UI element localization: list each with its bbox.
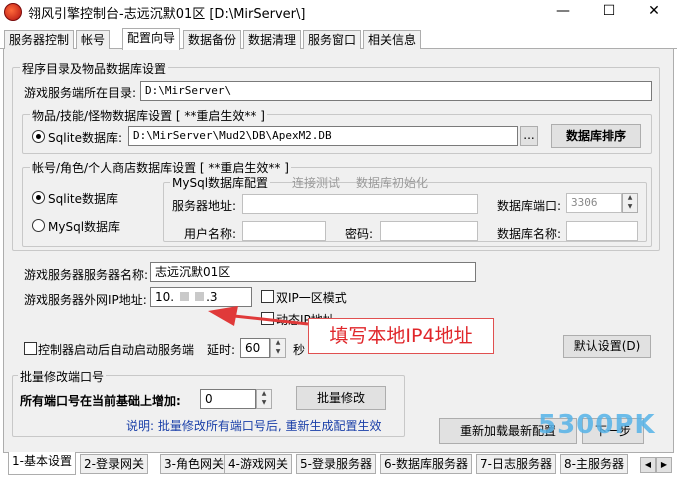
tab-service-window[interactable]: 服务窗口 [303, 30, 362, 49]
port-add-input[interactable]: 0 [200, 389, 256, 409]
tab-related-info[interactable]: 相关信息 [363, 30, 422, 49]
ports-note: 说明: 批量修改所有端口号后, 重新生成配置生效 [126, 419, 382, 433]
accountdb-sqlite-label: Sqlite数据库 [48, 192, 118, 206]
db-port-input[interactable]: 3306 [566, 193, 622, 213]
batch-modify-button[interactable]: 批量修改 [296, 386, 386, 410]
tab-account[interactable]: 帐号 [76, 30, 111, 49]
tab-scroll-left-button[interactable]: ◀ [640, 457, 656, 473]
db-name-label: 数据库名称: [497, 227, 562, 241]
tab-login-gateway[interactable]: 2-登录网关 [80, 454, 148, 474]
sqlite-path-input[interactable]: D:\MirServer\Mud2\DB\ApexM2.DB [128, 126, 518, 146]
delay-input[interactable]: 60 [240, 338, 270, 358]
annotation-callout: 填写本地IP4地址 [308, 318, 494, 354]
password-label: 密码: [345, 227, 374, 241]
watermark-logo: 5300PK [538, 410, 656, 440]
connection-test-link[interactable]: 连接测试 [292, 174, 340, 191]
tab-main-server[interactable]: 8-主服务器 [560, 454, 628, 474]
password-input[interactable] [380, 221, 478, 241]
annotation-arrow-icon [208, 306, 309, 326]
tab-scroll-right-button[interactable]: ▶ [656, 457, 672, 473]
server-name-label: 游戏服务器服务器名称: [24, 268, 149, 282]
db-port-label: 数据库端口: [497, 199, 562, 213]
app-icon [4, 3, 22, 21]
server-addr-label: 服务器地址: [172, 199, 237, 213]
tab-log-server[interactable]: 7-日志服务器 [476, 454, 556, 474]
db-sort-button[interactable]: 数据库排序 [551, 124, 641, 148]
ip-prefix: 10. [155, 290, 175, 304]
tab-data-cleanup[interactable]: 数据清理 [243, 30, 302, 49]
tab-game-gateway[interactable]: 4-游戏网关 [224, 454, 292, 474]
port-add-stepper[interactable]: ▲ ▼ [256, 389, 272, 409]
accountdb-mysql-label: MySql数据库 [48, 220, 121, 234]
browse-button[interactable]: ... [520, 126, 538, 146]
autostart-checkbox[interactable] [24, 342, 37, 355]
ports-group-title: 批量修改端口号 [18, 368, 107, 385]
autostart-label: 控制器启动后自动启动服务端 [38, 343, 195, 357]
mysql-group-title: MySql数据库配置 [170, 174, 271, 191]
tab-server-control[interactable]: 服务器控制 [4, 30, 75, 49]
tab-login-server[interactable]: 5-登录服务器 [296, 454, 376, 474]
db-port-stepper[interactable]: ▲ ▼ [622, 193, 638, 213]
server-name-input[interactable]: 志远沉默01区 [150, 262, 476, 282]
server-ip-label: 游戏服务器外网IP地址: [24, 293, 147, 307]
game-dir-input[interactable]: D:\MirServer\ [140, 81, 652, 101]
maximize-button[interactable]: ☐ [586, 0, 632, 22]
db-name-input[interactable] [566, 221, 638, 241]
accountdb-sqlite-radio[interactable] [32, 191, 45, 204]
server-addr-input[interactable] [242, 194, 478, 214]
tab-data-backup[interactable]: 数据备份 [183, 30, 242, 49]
game-dir-label: 游戏服务端所在目录: [24, 86, 137, 100]
tab-role-gateway[interactable]: 3-角色网关 [160, 454, 228, 474]
seconds-label: 秒 [293, 343, 306, 357]
accountdb-mysql-radio[interactable] [32, 219, 45, 232]
tab-config-wizard[interactable]: 配置向导 [122, 28, 181, 50]
username-label: 用户名称: [184, 227, 237, 241]
title-bar: 翎风引擎控制台-志远沉默01区 [D:\MirServer\] — ☐ ✕ [0, 0, 677, 24]
paths-group-title: 程序目录及物品数据库设置 [20, 60, 169, 77]
delay-label: 延时: [207, 343, 236, 357]
tab-basic-settings[interactable]: 1-基本设置 [8, 452, 76, 475]
ip-mask [180, 292, 190, 301]
itemdb-sqlite-radio[interactable] [32, 130, 45, 143]
default-settings-button[interactable]: 默认设置(D) [563, 335, 651, 358]
itemdb-sqlite-label: Sqlite数据库: [48, 131, 123, 145]
db-init-link[interactable]: 数据库初始化 [356, 174, 428, 191]
port-add-label: 所有端口号在当前基础上增加: [20, 394, 181, 408]
username-input[interactable] [242, 221, 326, 241]
minimize-button[interactable]: — [540, 0, 586, 22]
close-button[interactable]: ✕ [631, 0, 677, 22]
tab-database-server[interactable]: 6-数据库服务器 [380, 454, 472, 474]
window-title: 翎风引擎控制台-志远沉默01区 [D:\MirServer\] [28, 7, 306, 22]
itemdb-group-title: 物品/技能/怪物数据库设置 [ **重启生效** ] [30, 107, 267, 124]
delay-stepper[interactable]: ▲ ▼ [270, 338, 286, 358]
